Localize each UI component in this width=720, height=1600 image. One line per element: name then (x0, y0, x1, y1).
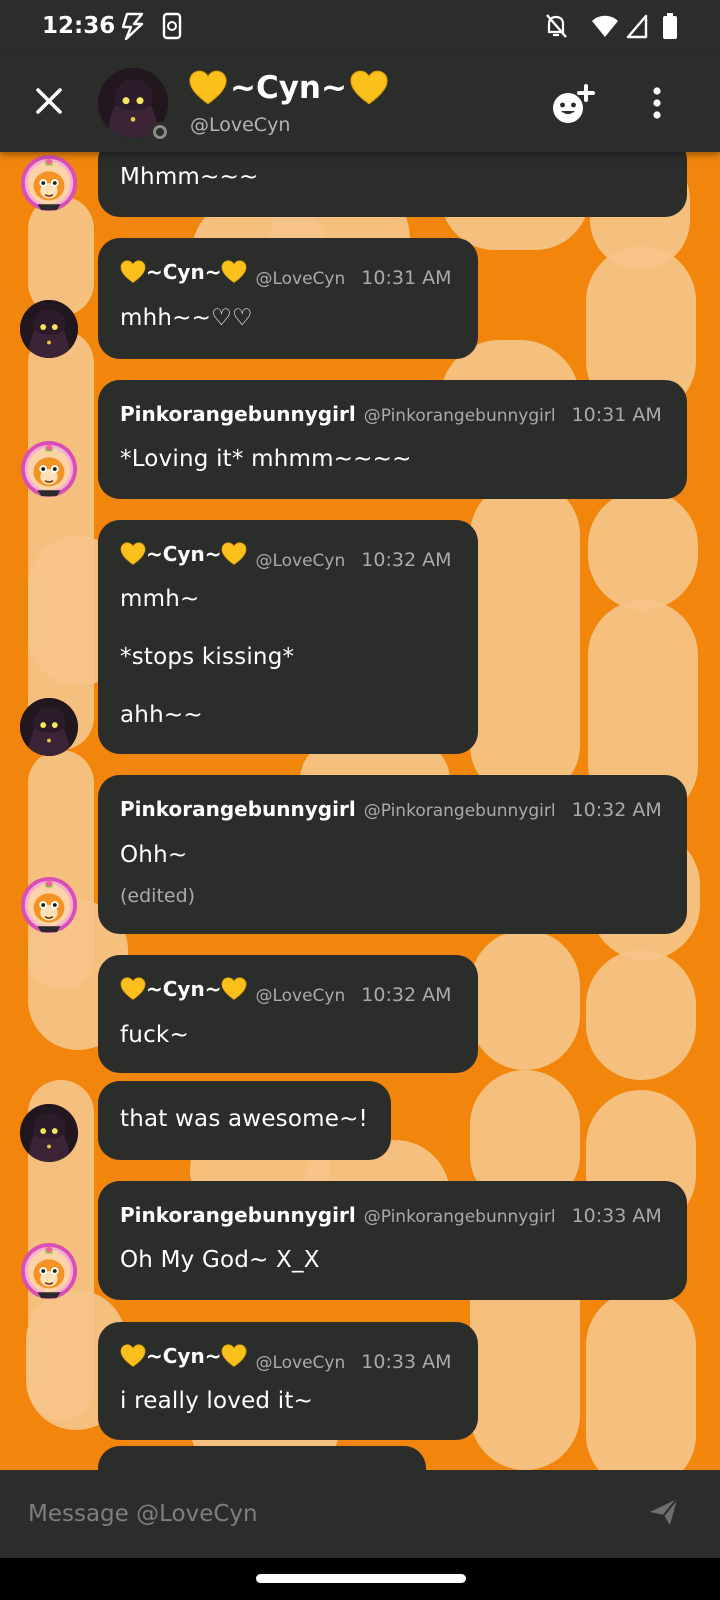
header-subtitle: @LoveCyn (190, 114, 291, 136)
message-bubble[interactable]: Pinkorangebunnygirl @Pinkorangebunnygirl… (98, 1181, 687, 1300)
message-text: mmh~ (120, 586, 200, 612)
message-bubble[interactable]: ~Cyn~ @LoveCyn 10:31 AM mhh~~♡♡ (98, 238, 478, 359)
system-nav-bar (0, 1558, 720, 1600)
message-timestamp: 10:32 AM (571, 799, 662, 821)
message-timestamp: 10:33 AM (361, 1351, 452, 1373)
add-friend-icon[interactable] (548, 82, 598, 126)
send-icon[interactable] (648, 1496, 680, 1528)
wifi-icon (592, 15, 618, 37)
message-handle: @Pinkorangebunnygirl (363, 801, 556, 821)
message-bubble[interactable]: Pinkorangebunnygirl @Pinkorangebunnygirl… (98, 775, 687, 934)
edited-label: (edited) (120, 885, 196, 907)
message-author[interactable]: Pinkorangebunnygirl (120, 1203, 356, 1227)
message-handle: @LoveCyn (255, 269, 346, 289)
message-handle: @LoveCyn (255, 1353, 346, 1373)
yellow-heart-icon (221, 977, 247, 1001)
message-bubble[interactable]: Pinkorangebunnygirl @Pinkorangebunnygirl… (98, 380, 687, 499)
status-bar: 12:36 (0, 0, 720, 52)
chat-header: ~Cyn~ @LoveCyn (0, 52, 720, 152)
message-list[interactable]: Mhmm~~~ ~Cyn~ @LoveCyn 10:31 AM mhh~~♡♡ … (0, 0, 720, 1600)
message-author[interactable]: ~Cyn~ (120, 977, 247, 1001)
message-text: Ohh~ (120, 842, 188, 868)
message-text: *Loving it* mhmm~~~~ (120, 446, 412, 472)
message-author[interactable]: Pinkorangebunnygirl (120, 402, 356, 426)
message-author[interactable]: ~Cyn~ (120, 260, 247, 284)
phone-sync-icon (162, 12, 182, 40)
message-text: fuck~ (120, 1022, 189, 1048)
home-gesture-handle[interactable] (256, 1574, 466, 1583)
message-author[interactable]: Pinkorangebunnygirl (120, 797, 356, 821)
presence-indicator (150, 122, 170, 142)
message-timestamp: 10:31 AM (571, 404, 662, 426)
yellow-heart-icon (120, 977, 146, 1001)
avatar-pinkorangebunnygirl[interactable] (20, 154, 78, 212)
flash-icon (121, 12, 144, 40)
message-timestamp: 10:33 AM (571, 1205, 662, 1227)
yellow-heart-icon (120, 542, 146, 566)
avatar-cyn[interactable] (20, 698, 78, 756)
message-bubble[interactable]: ~Cyn~ @LoveCyn 10:33 AM i really loved i… (98, 1322, 478, 1440)
more-options-icon[interactable] (644, 84, 670, 122)
message-text: i really loved it~ (120, 1388, 314, 1414)
yellow-heart-icon (349, 70, 389, 106)
signal-icon (626, 14, 648, 39)
message-bubble[interactable]: ~Cyn~ @LoveCyn 10:32 AM fuck~ (98, 955, 478, 1073)
notifications-off-icon (546, 14, 567, 38)
message-handle: @Pinkorangebunnygirl (363, 406, 556, 426)
battery-icon (663, 13, 677, 39)
message-timestamp: 10:32 AM (361, 549, 452, 571)
avatar-pinkorangebunnygirl[interactable] (20, 1242, 78, 1300)
message-text: Oh My God~ X_X (120, 1247, 320, 1273)
status-time: 12:36 (42, 13, 116, 39)
avatar-pinkorangebunnygirl[interactable] (20, 440, 78, 498)
yellow-heart-icon (188, 70, 228, 106)
close-icon[interactable] (30, 82, 68, 120)
message-text: ahh~~ (120, 702, 203, 728)
header-title[interactable]: ~Cyn~ (188, 70, 389, 106)
message-bubble[interactable]: that was awesome~! (98, 1081, 391, 1160)
message-timestamp: 10:31 AM (361, 267, 452, 289)
message-composer (0, 1470, 720, 1558)
avatar-cyn[interactable] (20, 300, 78, 358)
yellow-heart-icon (120, 1344, 146, 1368)
message-input[interactable] (28, 1494, 588, 1534)
yellow-heart-icon (120, 260, 146, 284)
yellow-heart-icon (221, 260, 247, 284)
message-text: that was awesome~! (120, 1106, 368, 1132)
message-text: mhh~~♡♡ (120, 305, 253, 331)
message-text: *stops kissing* (120, 644, 295, 670)
yellow-heart-icon (221, 1344, 247, 1368)
message-author[interactable]: ~Cyn~ (120, 1344, 247, 1368)
avatar-cyn[interactable] (20, 1104, 78, 1162)
message-bubble[interactable]: ~Cyn~ @LoveCyn 10:32 AM mmh~ *stops kiss… (98, 520, 478, 754)
message-handle: @LoveCyn (255, 551, 346, 571)
message-author[interactable]: ~Cyn~ (120, 542, 247, 566)
message-timestamp: 10:32 AM (361, 984, 452, 1006)
message-handle: @Pinkorangebunnygirl (363, 1207, 556, 1227)
yellow-heart-icon (221, 542, 247, 566)
message-text: Mhmm~~~ (120, 164, 259, 190)
message-handle: @LoveCyn (255, 986, 346, 1006)
avatar-pinkorangebunnygirl[interactable] (20, 876, 78, 934)
